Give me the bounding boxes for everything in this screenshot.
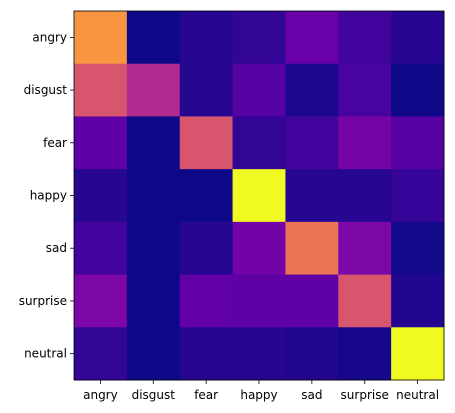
heatmap-cell-disgust-sad xyxy=(285,63,339,117)
confusion-matrix-heatmap: angry disgust fear happy sad surprise neutral … xyxy=(19,10,445,402)
heatmap-cell-angry-neutral xyxy=(391,11,445,65)
y-tick-label: sad xyxy=(46,241,67,255)
heatmap-cell-happy-sad xyxy=(285,169,339,223)
heatmap-cells xyxy=(74,11,445,381)
heatmap-cell-neutral-disgust xyxy=(126,327,181,381)
heatmap-cell-sad-angry xyxy=(74,221,128,276)
x-tick-label: disgust xyxy=(132,388,176,402)
y-axis: angry disgust fear happy sad surprise neutral xyxy=(19,30,74,361)
heatmap-cell-neutral-sad xyxy=(285,327,339,381)
heatmap-cell-fear-surprise xyxy=(338,116,392,170)
heatmap-cell-disgust-surprise xyxy=(338,63,392,117)
heatmap-cell-fear-neutral xyxy=(391,116,445,170)
heatmap-cell-happy-surprise xyxy=(338,169,392,223)
heatmap-cell-neutral-neutral xyxy=(391,327,445,381)
y-tick-label: angry xyxy=(32,30,67,44)
heatmap-cell-fear-disgust xyxy=(126,116,181,170)
heatmap-cell-surprise-fear xyxy=(179,274,234,328)
heatmap-cell-happy-happy xyxy=(232,169,286,223)
heatmap-cell-angry-disgust xyxy=(126,11,181,65)
y-tick-label: disgust xyxy=(24,83,68,97)
heatmap-cell-surprise-happy xyxy=(232,274,286,328)
heatmap-cell-angry-happy xyxy=(232,11,286,65)
heatmap-cell-sad-happy xyxy=(232,221,286,276)
heatmap-cell-sad-surprise xyxy=(338,221,392,276)
heatmap-cell-neutral-happy xyxy=(232,327,286,381)
heatmap-cell-fear-angry xyxy=(74,116,128,170)
heatmap-cell-sad-neutral xyxy=(391,221,445,276)
y-tick-label: surprise xyxy=(19,294,67,308)
heatmap-cell-angry-fear xyxy=(179,11,234,65)
x-tick-label: sad xyxy=(301,388,322,402)
heatmap-cell-happy-fear xyxy=(179,169,234,223)
heatmap-cell-neutral-angry xyxy=(74,327,128,381)
heatmap-cell-angry-surprise xyxy=(338,11,392,65)
heatmap-cell-sad-disgust xyxy=(126,221,181,276)
heatmap-cell-sad-fear xyxy=(179,221,234,276)
heatmap-cell-disgust-happy xyxy=(232,63,286,117)
heatmap-cell-surprise-disgust xyxy=(126,274,181,328)
heatmap-cell-disgust-angry xyxy=(74,63,128,117)
heatmap-cell-surprise-angry xyxy=(74,274,128,328)
heatmap-cell-surprise-surprise xyxy=(338,274,392,328)
heatmap-cell-sad-sad xyxy=(285,221,339,276)
x-axis: angry disgust fear happy sad surprise neutral xyxy=(83,380,439,402)
heatmap-cell-happy-disgust xyxy=(126,169,181,223)
y-tick-label: fear xyxy=(43,136,67,150)
x-tick-label: surprise xyxy=(341,388,389,402)
x-tick-label: neutral xyxy=(396,388,439,402)
heatmap-cell-fear-happy xyxy=(232,116,286,170)
x-tick-label: happy xyxy=(240,388,277,402)
heatmap-cell-neutral-fear xyxy=(179,327,234,381)
heatmap-cell-surprise-neutral xyxy=(391,274,445,328)
heatmap-cell-disgust-disgust xyxy=(126,63,181,117)
y-tick-label: happy xyxy=(30,189,67,203)
heatmap-cell-happy-angry xyxy=(74,169,128,223)
heatmap-cell-disgust-neutral xyxy=(391,63,445,117)
x-tick-label: fear xyxy=(194,388,218,402)
y-tick-label: neutral xyxy=(24,347,67,361)
heatmap-cell-neutral-surprise xyxy=(338,327,392,381)
heatmap-cell-angry-angry xyxy=(74,11,128,65)
heatmap-cell-disgust-fear xyxy=(179,63,234,117)
heatmap-cell-fear-fear xyxy=(179,116,234,170)
heatmap-cell-angry-sad xyxy=(285,11,339,65)
heatmap-cell-happy-neutral xyxy=(391,169,445,223)
heatmap-cell-surprise-sad xyxy=(285,274,339,328)
heatmap-cell-fear-sad xyxy=(285,116,339,170)
x-tick-label: angry xyxy=(83,388,118,402)
